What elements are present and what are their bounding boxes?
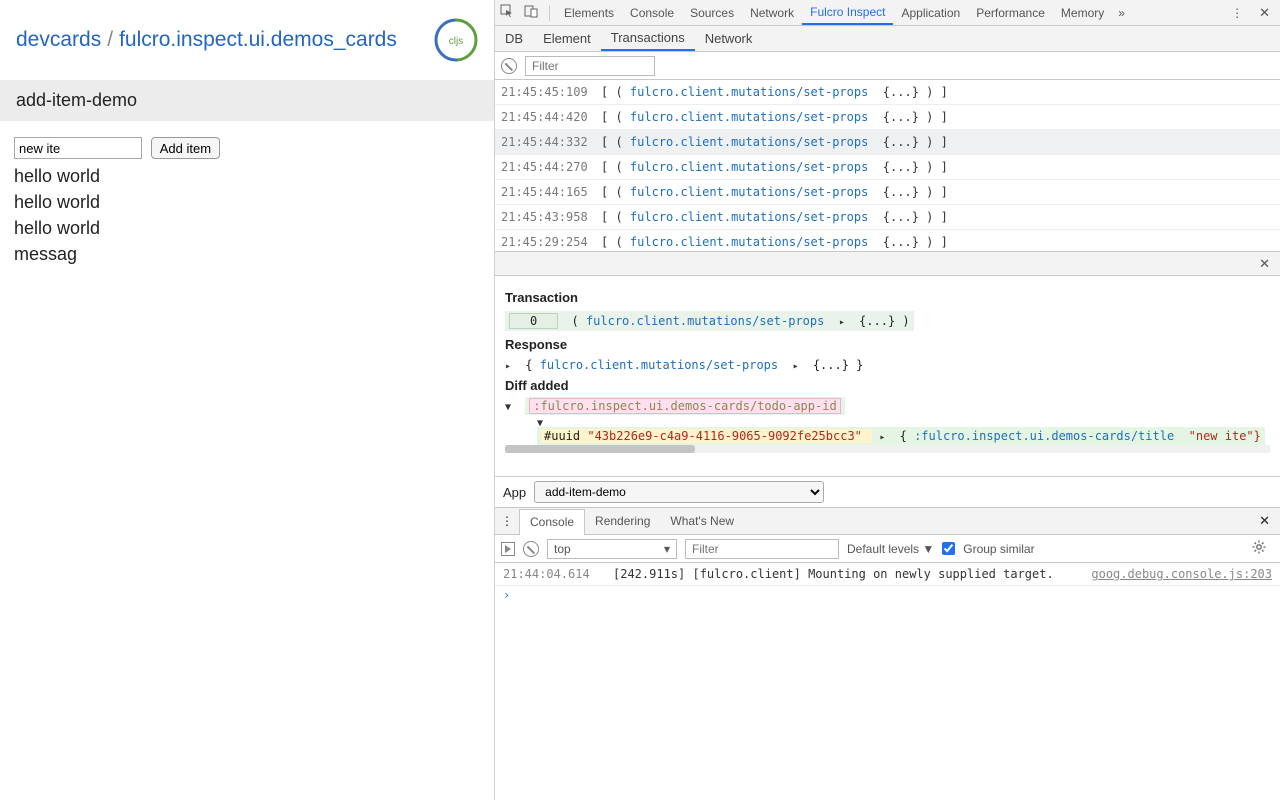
resp-close: {...} }: [813, 358, 864, 372]
filter-input[interactable]: [525, 56, 655, 76]
subtab-element[interactable]: Element: [533, 26, 601, 51]
transaction-row[interactable]: 21:45:44:270 [ ( fulcro.client.mutations…: [495, 155, 1280, 180]
log-levels-select[interactable]: Default levels ▼: [847, 542, 934, 556]
subtab-db[interactable]: DB: [495, 26, 533, 51]
uuid-value: "43b226e9-c4a9-4116-9065-9092fe25bcc3": [587, 429, 862, 443]
tx-timestamp: 21:45:45:109: [501, 85, 601, 99]
clear-icon[interactable]: [501, 58, 517, 74]
horizontal-scrollbar[interactable]: [505, 445, 1270, 453]
group-similar-checkbox[interactable]: [942, 542, 955, 555]
disclosure-icon[interactable]: ▸: [839, 317, 849, 328]
tab-elements[interactable]: Elements: [556, 0, 622, 25]
diff-entry-kw: :fulcro.inspect.ui.demos-cards/title: [914, 429, 1174, 443]
list-item: hello world: [14, 189, 480, 215]
drawer-tab-rendering[interactable]: Rendering: [585, 508, 660, 534]
drawer-close-icon[interactable]: ✕: [1249, 513, 1280, 529]
tx-timestamp: 21:45:44:165: [501, 185, 601, 199]
tx-paren-close: {...} ): [859, 314, 910, 328]
clear-console-icon[interactable]: [523, 541, 539, 557]
transaction-row[interactable]: 21:45:29:254 [ ( fulcro.client.mutations…: [495, 230, 1280, 252]
console-log-row: 21:44:04.614 [242.911s] [fulcro.client] …: [495, 563, 1280, 586]
app-label: App: [503, 485, 526, 500]
drawer-menu-icon[interactable]: ⋮: [495, 514, 519, 528]
tx-rest: {...} ) ]: [883, 85, 948, 99]
disclosure-icon[interactable]: ▸: [879, 432, 889, 443]
add-item-button[interactable]: Add item: [151, 137, 220, 159]
devtools-menu-icon[interactable]: ⋮: [1225, 6, 1249, 20]
tx-timestamp: 21:45:44:270: [501, 160, 601, 174]
disclosure-icon[interactable]: ▸: [793, 361, 803, 372]
log-timestamp: 21:44:04.614: [503, 567, 613, 581]
log-source-link[interactable]: goog.debug.console.js:203: [1091, 567, 1272, 581]
inspect-element-icon[interactable]: [495, 4, 519, 21]
subtab-network[interactable]: Network: [695, 26, 763, 51]
tab-performance[interactable]: Performance: [968, 0, 1053, 25]
tabs-overflow-icon[interactable]: »: [1112, 6, 1131, 20]
tab-network[interactable]: Network: [742, 0, 802, 25]
svg-text:cljs: cljs: [449, 36, 463, 47]
device-toggle-icon[interactable]: [519, 4, 543, 21]
breadcrumb-leaf[interactable]: fulcro.inspect.ui.demos_cards: [119, 28, 397, 52]
transaction-row[interactable]: 21:45:44:332 [ ( fulcro.client.mutations…: [495, 130, 1280, 155]
log-message: [242.911s] [fulcro.client] Mounting on n…: [613, 567, 1091, 581]
breadcrumb: devcards / fulcro.inspect.ui.demos_cards…: [0, 0, 494, 80]
disclosure-icon[interactable]: ▸: [505, 361, 515, 372]
response-heading: Response: [505, 337, 1270, 352]
breadcrumb-sep: /: [101, 28, 119, 52]
list-item: hello world: [14, 215, 480, 241]
cljs-logo-icon: cljs: [434, 18, 478, 62]
context-select[interactable]: top ▾: [547, 539, 677, 559]
diff-keyword: :fulcro.inspect.ui.demos-cards/todo-app-…: [529, 398, 840, 414]
tx-timestamp: 21:45:43:958: [501, 210, 601, 224]
new-item-input[interactable]: [14, 137, 142, 159]
transaction-row[interactable]: 21:45:43:958 [ ( fulcro.client.mutations…: [495, 205, 1280, 230]
transaction-row[interactable]: 21:45:45:109 [ ( fulcro.client.mutations…: [495, 80, 1280, 105]
uuid-tag: #uuid: [544, 429, 580, 443]
diff-added-heading: Diff added: [505, 378, 1270, 393]
transaction-row[interactable]: 21:45:44:420 [ ( fulcro.client.mutations…: [495, 105, 1280, 130]
diff-entry-val: "new ite"}: [1189, 429, 1261, 443]
app-select[interactable]: add-item-demo: [534, 481, 824, 503]
console-prompt[interactable]: ›: [495, 586, 1280, 604]
breadcrumb-root[interactable]: devcards: [16, 28, 101, 52]
tx-symbol: fulcro.client.mutations/set-props: [586, 314, 824, 328]
execution-context-icon[interactable]: [501, 542, 515, 556]
group-similar-label: Group similar: [963, 542, 1034, 556]
detail-close-icon[interactable]: ✕: [1249, 256, 1280, 272]
transaction-row[interactable]: 21:45:44:165 [ ( fulcro.client.mutations…: [495, 180, 1280, 205]
subtab-transactions[interactable]: Transactions: [601, 26, 695, 51]
tab-memory[interactable]: Memory: [1053, 0, 1112, 25]
console-filter-input[interactable]: [685, 539, 839, 559]
drawer-tab-console[interactable]: Console: [519, 509, 585, 535]
card-title: add-item-demo: [0, 80, 494, 121]
tx-timestamp: 21:45:29:254: [501, 235, 601, 249]
tab-fulcro-inspect[interactable]: Fulcro Inspect: [802, 0, 893, 25]
console-settings-icon[interactable]: [1244, 540, 1274, 557]
devtools-close-icon[interactable]: ✕: [1249, 5, 1280, 21]
tab-sources[interactable]: Sources: [682, 0, 742, 25]
tab-console[interactable]: Console: [622, 0, 682, 25]
diff-entry-open: {: [900, 429, 907, 443]
disclosure-down-icon[interactable]: ▼: [505, 402, 515, 413]
tx-timestamp: 21:45:44:332: [501, 135, 601, 149]
tx-symbol: fulcro.client.mutations/set-props: [630, 85, 868, 99]
list-item: messag: [14, 241, 480, 267]
transaction-list[interactable]: 21:45:45:109 [ ( fulcro.client.mutations…: [495, 80, 1280, 252]
tx-paren-open: (: [571, 314, 578, 328]
transaction-heading: Transaction: [505, 290, 1270, 305]
tx-open: [ (: [601, 85, 623, 99]
resp-open: {: [525, 358, 532, 372]
list-item: hello world: [14, 163, 480, 189]
tx-index: 0: [509, 313, 558, 329]
drawer-tab-whatsnew[interactable]: What's New: [660, 508, 744, 534]
tx-timestamp: 21:45:44:420: [501, 110, 601, 124]
context-select-value: top: [554, 542, 571, 556]
tab-application[interactable]: Application: [893, 0, 968, 25]
chevron-down-icon: ▾: [664, 542, 670, 556]
resp-symbol: fulcro.client.mutations/set-props: [540, 358, 778, 372]
